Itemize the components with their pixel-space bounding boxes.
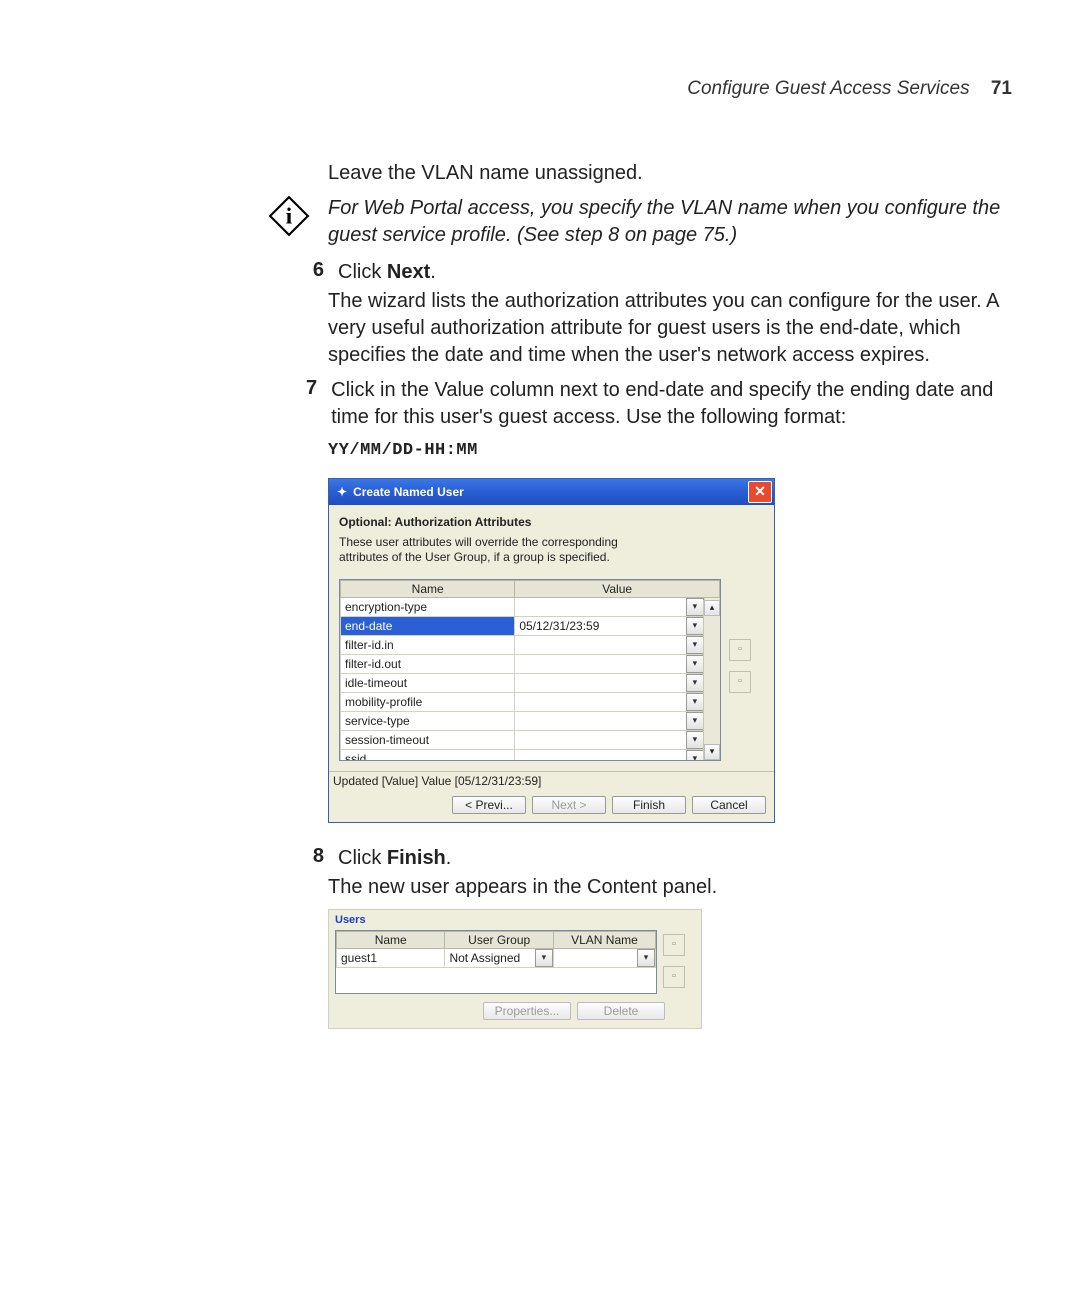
add-button[interactable]: ▫	[729, 639, 751, 661]
step-7-text: Click in the Value column next to end-da…	[331, 377, 1012, 431]
page-number: 71	[991, 78, 1012, 99]
add-user-button[interactable]: ▫	[663, 934, 685, 956]
dialog-title: Create Named User	[353, 485, 464, 499]
prev-button[interactable]: < Previ...	[452, 796, 526, 814]
chevron-down-icon[interactable]: ▾	[686, 655, 704, 673]
col-value: Value	[515, 581, 720, 598]
attr-name: filter-id.out	[341, 655, 515, 674]
attr-name: idle-timeout	[341, 674, 515, 693]
attr-name: filter-id.in	[341, 636, 515, 655]
users-col-name: Name	[337, 932, 445, 949]
attr-name: mobility-profile	[341, 693, 515, 712]
attr-name: service-type	[341, 712, 515, 731]
attr-value[interactable]: 05/12/31/23:59	[515, 619, 686, 633]
table-row[interactable]: encryption-type ▾	[341, 598, 720, 617]
svg-text:i: i	[286, 202, 293, 228]
table-row[interactable]: ssid ▾	[341, 750, 720, 762]
step-number-8: 8	[306, 845, 324, 868]
table-row[interactable]: filter-id.in ▾	[341, 636, 720, 655]
step-number-7: 7	[306, 377, 317, 400]
users-col-group: User Group	[445, 932, 553, 949]
chevron-down-icon[interactable]: ▾	[535, 949, 553, 967]
finish-button[interactable]: Finish	[612, 796, 686, 814]
users-col-vlan: VLAN Name	[553, 932, 655, 949]
step-number-6: 6	[306, 259, 324, 282]
chevron-down-icon[interactable]: ▾	[686, 617, 704, 635]
table-row[interactable]: idle-timeout ▾	[341, 674, 720, 693]
chevron-down-icon[interactable]: ▾	[686, 693, 704, 711]
attr-name: end-date	[341, 617, 515, 636]
status-bar: Updated [Value] Value [05/12/31/23:59]	[329, 771, 774, 790]
intro-paragraph: Leave the VLAN name unassigned.	[328, 160, 1012, 187]
users-panel: Users Name User Group VLAN Name	[328, 909, 702, 1029]
attr-name: session-timeout	[341, 731, 515, 750]
step-6-body: The wizard lists the authorization attri…	[328, 288, 1012, 369]
table-row[interactable]: session-timeout ▾	[341, 731, 720, 750]
chevron-down-icon[interactable]: ▾	[686, 731, 704, 749]
attr-name: encryption-type	[341, 598, 515, 617]
delete-button: Delete	[577, 1002, 665, 1020]
col-name: Name	[341, 581, 515, 598]
info-icon: i	[268, 195, 310, 237]
chevron-down-icon[interactable]: ▾	[686, 674, 704, 692]
table-row[interactable]: end-date05/12/31/23:59▾	[341, 617, 720, 636]
cancel-button[interactable]: Cancel	[692, 796, 766, 814]
chevron-down-icon[interactable]: ▾	[686, 636, 704, 654]
chevron-down-icon[interactable]: ▾	[686, 598, 704, 616]
dialog-titlebar: ✦ Create Named User ✕	[329, 479, 774, 505]
table-row[interactable]: mobility-profile ▾	[341, 693, 720, 712]
scrollbar[interactable]: ▴ ▾	[703, 600, 720, 760]
users-table[interactable]: Name User Group VLAN Name guest1 Not Ass	[335, 930, 657, 994]
table-row[interactable]: service-type ▾	[341, 712, 720, 731]
table-row[interactable]: guest1 Not Assigned ▾	[337, 949, 656, 968]
attr-name: ssid	[341, 750, 515, 762]
step-6-text: Click Next.	[338, 259, 436, 286]
table-row[interactable]: filter-id.out ▾	[341, 655, 720, 674]
attribute-table[interactable]: Name Value encryption-type▾end-date05/12…	[339, 579, 721, 761]
dialog-heading: Optional: Authorization Attributes	[339, 515, 764, 529]
section-title: Configure Guest Access Services	[687, 78, 969, 99]
chevron-down-icon[interactable]: ▾	[686, 750, 704, 761]
step-8-body: The new user appears in the Content pane…	[328, 874, 1012, 901]
close-icon[interactable]: ✕	[748, 481, 772, 503]
app-icon: ✦	[337, 485, 347, 499]
dialog-description: These user attributes will override the …	[339, 535, 669, 565]
next-button: Next >	[532, 796, 606, 814]
chevron-down-icon[interactable]: ▾	[686, 712, 704, 730]
users-title: Users	[335, 914, 695, 926]
user-group-cell: Not Assigned	[445, 951, 534, 965]
user-name-cell: guest1	[337, 949, 445, 968]
date-format: YY/MM/DD-HH:MM	[328, 441, 1012, 460]
remove-button[interactable]: ▫	[729, 671, 751, 693]
properties-button: Properties...	[483, 1002, 571, 1020]
step-8-text: Click Finish.	[338, 845, 451, 872]
running-header: Configure Guest Access Services 71	[68, 78, 1012, 100]
scroll-down-icon[interactable]: ▾	[704, 744, 720, 760]
remove-user-button[interactable]: ▫	[663, 966, 685, 988]
chevron-down-icon[interactable]: ▾	[637, 949, 655, 967]
scroll-up-icon[interactable]: ▴	[704, 600, 720, 616]
create-user-dialog: ✦ Create Named User ✕ Optional: Authoriz…	[328, 478, 775, 823]
note-text: For Web Portal access, you specify the V…	[328, 195, 1012, 249]
